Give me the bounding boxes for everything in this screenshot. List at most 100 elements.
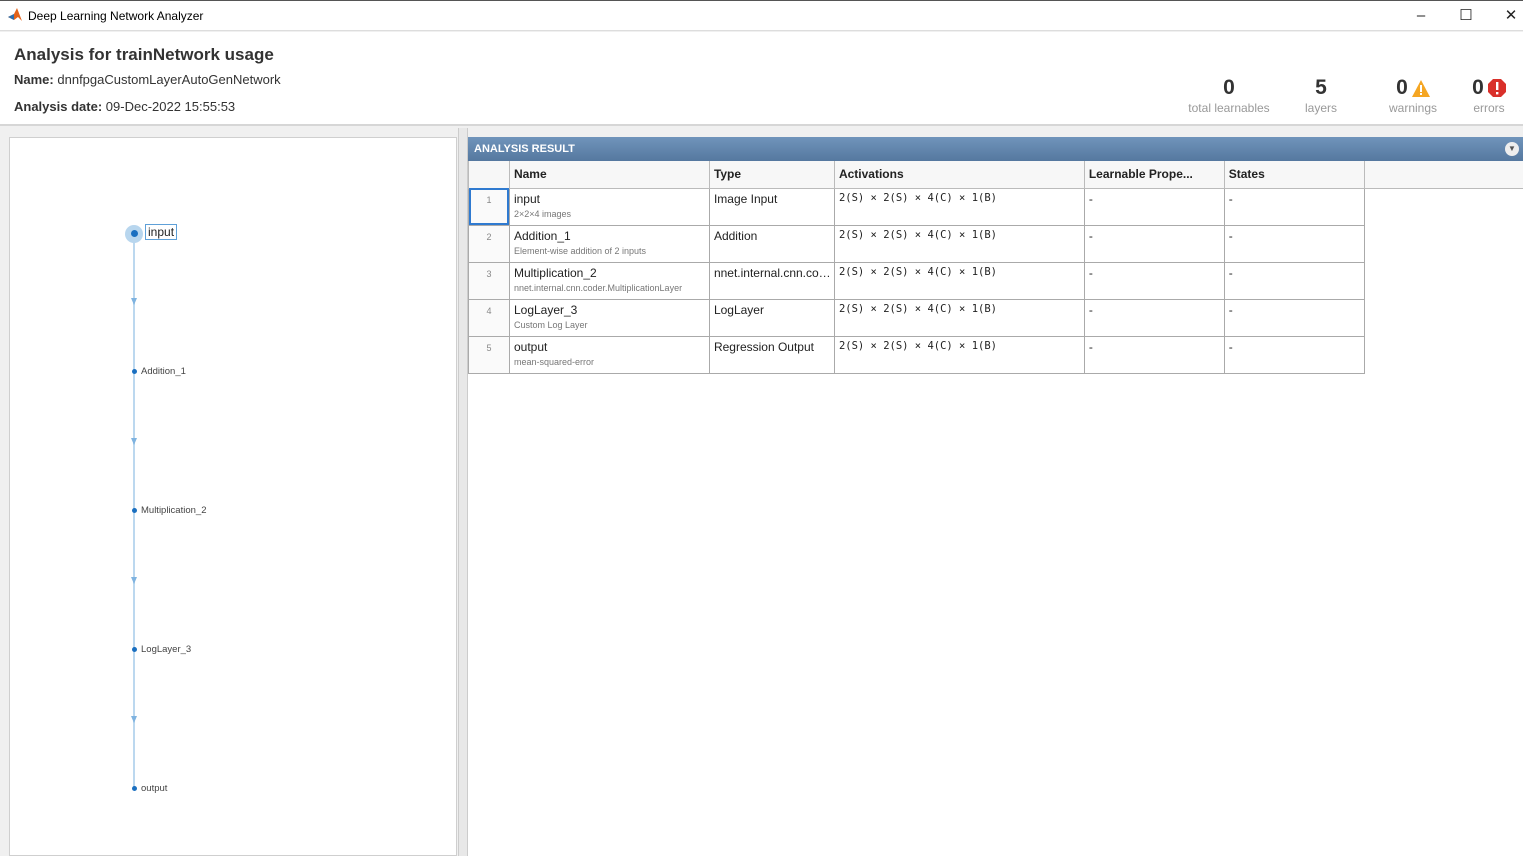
layer-description: Element-wise addition of 2 inputs [513,245,647,256]
col-type[interactable]: Type [709,161,835,189]
network-graph-panel[interactable]: input Addition_1 Multiplication_2 LogLay… [9,137,457,856]
panel-title: ANALYSIS RESULT [474,143,575,155]
close-button[interactable]: ✕ [1496,5,1523,27]
activations[interactable]: 2(S) × 2(S) × 4(C) × 1(B) [834,336,1085,374]
learnable-properties[interactable]: - [1084,262,1225,300]
date-label: Analysis date: [14,99,103,114]
layer-name: input [513,191,540,206]
panel-splitter[interactable] [458,128,468,856]
activations[interactable]: 2(S) × 2(S) × 4(C) × 1(B) [834,262,1085,300]
activations[interactable]: 2(S) × 2(S) × 4(C) × 1(B) [834,225,1085,263]
learnable-properties[interactable]: - [1084,225,1225,263]
layer-description: 2×2×4 images [513,208,572,219]
layer-name-cell[interactable]: Multiplication_2 nnet.internal.cnn.coder.… [509,262,710,300]
arrow-icon [131,438,137,445]
row-number[interactable]: 2 [468,225,510,263]
stat-errors: 0 errors [1439,76,1523,115]
stat-value: 0 [1472,76,1484,99]
arrow-icon [131,716,137,723]
graph-node-label[interactable]: Addition_1 [141,366,186,377]
date-value: 09-Dec-2022 15:55:53 [105,99,236,114]
page-title: Analysis for trainNetwork usage [14,45,274,64]
graph-node-label[interactable]: input [145,224,178,240]
filler [1364,188,1523,225]
graph-node-output[interactable] [132,786,137,791]
row-number[interactable]: 1 [468,188,510,226]
analysis-date: Analysis date: 09-Dec-2022 15:55:53 [14,99,235,114]
col-activations[interactable]: Activations [834,161,1085,189]
states[interactable]: - [1224,262,1365,300]
window-title: Deep Learning Network Analyzer [28,9,204,23]
col-filler [1364,161,1523,189]
graph-node-multiplication[interactable] [132,508,137,513]
matlab-logo-icon [8,8,22,21]
layer-type[interactable]: Image Input [709,188,835,226]
stat-value: 0 [1396,76,1408,99]
states[interactable]: - [1224,336,1365,374]
table-row[interactable]: 3 Multiplication_2 nnet.internal.cnn.code… [468,262,1523,300]
graph-node-input[interactable] [131,230,138,237]
minimize-button[interactable]: – [1406,5,1436,27]
activations[interactable]: 2(S) × 2(S) × 4(C) × 1(B) [834,299,1085,337]
layer-type[interactable]: Regression Output [709,336,835,374]
states[interactable]: - [1224,188,1365,226]
maximize-button[interactable]: ☐ [1451,5,1481,27]
filler [1364,262,1523,299]
layer-name: output [513,339,548,354]
table-row[interactable]: 1 input 2×2×4 images Image Input 2(S) × 2… [468,188,1523,226]
stat-label: errors [1473,101,1505,115]
layers-table: Name Type Activations Learnable Prope...… [468,161,1523,374]
layer-name-cell[interactable]: Addition_1 Element-wise addition of 2 inp… [509,225,710,263]
filler [1364,336,1523,373]
activations[interactable]: 2(S) × 2(S) × 4(C) × 1(B) [834,188,1085,226]
stat-value: 5 [1315,76,1327,99]
filler [1364,225,1523,262]
layer-name-cell[interactable]: input 2×2×4 images [509,188,710,226]
layer-name: Addition_1 [513,228,571,243]
graph-node-loglayer[interactable] [132,647,137,652]
table-row[interactable]: 5 output mean-squared-error Regression Ou… [468,336,1523,374]
table-row[interactable]: 4 LogLayer_3 Custom Log Layer LogLayer 2(… [468,299,1523,337]
graph-node-addition[interactable] [132,369,137,374]
layer-description: Custom Log Layer [513,319,588,330]
layer-type[interactable]: Addition [709,225,835,263]
name-value: dnnfpgaCustomLayerAutoGenNetwork [57,72,281,87]
col-states[interactable]: States [1224,161,1365,189]
row-number[interactable]: 4 [468,299,510,337]
arrow-icon [131,577,137,584]
table-row[interactable]: 2 Addition_1 Element-wise addition of 2 i… [468,225,1523,263]
col-learnables[interactable]: Learnable Prope... [1084,161,1225,189]
layer-name-cell[interactable]: output mean-squared-error [509,336,710,374]
learnable-properties[interactable]: - [1084,188,1225,226]
table-header: Name Type Activations Learnable Prope...… [468,161,1523,189]
learnable-properties[interactable]: - [1084,299,1225,337]
layer-type[interactable]: LogLayer [709,299,835,337]
panel-header: ANALYSIS RESULT ▼ [468,137,1523,161]
learnable-properties[interactable]: - [1084,336,1225,374]
states[interactable]: - [1224,225,1365,263]
stat-label: total learnables [1188,101,1270,115]
col-name[interactable]: Name [509,161,710,189]
name-label: Name: [14,72,54,87]
row-number[interactable]: 5 [468,336,510,374]
analysis-result-panel: ANALYSIS RESULT ▼ Name Type Activations L… [468,137,1523,856]
row-number[interactable]: 3 [468,262,510,300]
stat-label: layers [1304,101,1337,115]
states[interactable]: - [1224,299,1365,337]
layer-type[interactable]: nnet.internal.cnn.co… [709,262,835,300]
network-name: Name: dnnfpgaCustomLayerAutoGenNetwork [14,72,281,87]
layer-description: nnet.internal.cnn.coder.MultiplicationLa… [513,282,683,293]
title-bar: Deep Learning Network Analyzer – ☐ ✕ [0,0,1523,31]
error-icon [1487,79,1506,97]
layer-name-cell[interactable]: LogLayer_3 Custom Log Layer [509,299,710,337]
layer-description: mean-squared-error [513,356,595,367]
layer-name: LogLayer_3 [513,302,578,317]
stat-value: 0 [1223,76,1235,99]
chevron-down-icon[interactable]: ▼ [1505,142,1519,156]
graph-node-label[interactable]: Multiplication_2 [141,505,206,516]
graph-node-label[interactable]: output [141,783,167,794]
stat-layers: 5 layers [1271,76,1371,115]
arrow-icon [131,298,137,305]
warning-icon [1411,79,1430,97]
graph-node-label[interactable]: LogLayer_3 [141,644,191,655]
